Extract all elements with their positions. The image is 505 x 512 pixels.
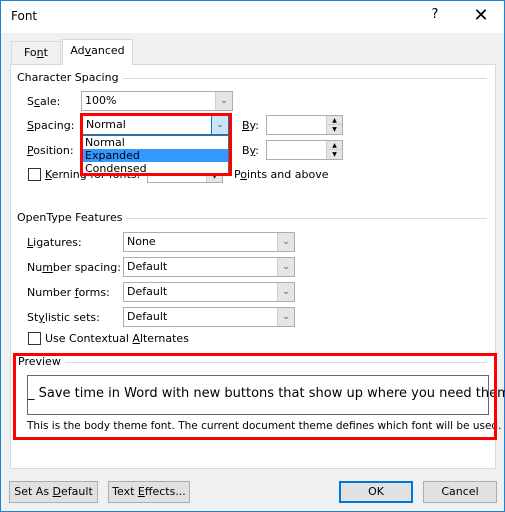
spacing-label: Spacing: [27, 119, 74, 132]
preview-heading: Preview [18, 355, 65, 368]
number-spacing-value: Default [127, 260, 168, 273]
button-text: Text [112, 485, 138, 498]
opentype-features-heading: OpenType Features [17, 211, 127, 224]
preview-note: This is the body theme font. The current… [27, 420, 502, 432]
scale-combobox[interactable]: 100% ⌄ [81, 91, 233, 111]
label-accel: K [45, 168, 52, 181]
set-as-default-button[interactable]: Set As Default [9, 481, 98, 503]
spin-up-icon[interactable]: ▲ [327, 116, 342, 125]
font-dialog: Font ? ✕ Font Advanced Character Spacing… [0, 0, 505, 512]
dropdown-option-condensed[interactable]: Condensed [83, 162, 228, 175]
stylistic-sets-combobox[interactable]: Default ⌄ [123, 307, 295, 327]
cancel-button[interactable]: Cancel [423, 481, 497, 503]
button-text: efault [61, 485, 93, 498]
ligatures-value: None [127, 235, 156, 248]
label-text: Use Contextual [45, 332, 133, 345]
number-forms-value: Default [127, 285, 168, 298]
label-text: St [27, 311, 39, 324]
close-button[interactable]: ✕ [469, 5, 493, 29]
chevron-down-icon[interactable]: ⌄ [277, 258, 294, 276]
tab-label: anced [91, 44, 125, 57]
stylistic-sets-label: Stylistic sets: [27, 311, 100, 324]
chevron-down-icon[interactable]: ⌄ [211, 116, 228, 134]
title-bar: Font ? ✕ [1, 1, 504, 33]
chevron-down-icon[interactable]: ⌄ [277, 233, 294, 251]
number-spacing-combobox[interactable]: Default ⌄ [123, 257, 295, 277]
position-label: Position: [27, 144, 74, 157]
label-text: Number [27, 286, 75, 299]
button-accel: E [137, 485, 145, 498]
label-text: osition: [33, 144, 74, 157]
label-text: : [255, 144, 259, 157]
label-text: S [27, 95, 34, 108]
group-divider [17, 362, 487, 363]
chevron-down-icon[interactable]: ⌄ [277, 308, 294, 326]
spinner-buttons: ▲ ▼ [326, 116, 342, 134]
spacing-by-spinner[interactable]: ▲ ▼ [266, 115, 343, 135]
label-text: lternates [139, 332, 189, 345]
label-accel: o [240, 168, 247, 181]
spin-down-icon[interactable]: ▼ [327, 125, 342, 134]
spacing-by-label: By: [242, 119, 259, 132]
spin-down-icon[interactable]: ▼ [327, 150, 342, 159]
chevron-down-icon[interactable]: ⌄ [215, 92, 232, 110]
label-accel: A [132, 332, 140, 345]
contextual-alternates-label: Use Contextual Alternates [45, 332, 189, 345]
spacing-dropdown-list: Normal Expanded Condensed [82, 135, 229, 175]
points-and-above-label: Points and above [234, 168, 328, 181]
label-text: ber spacing: [52, 261, 121, 274]
label-text: ale: [40, 95, 61, 108]
label-accel: B [242, 119, 250, 132]
tab-label: Ad [70, 44, 85, 57]
preview-sample-text: _ Save time in Word with new buttons tha… [28, 386, 505, 401]
character-spacing-heading: Character Spacing [17, 71, 123, 84]
label-text: pacing: [33, 119, 75, 132]
contextual-alternates-checkbox[interactable] [28, 332, 41, 345]
tab-label: t [43, 46, 48, 59]
label-text: igatures: [33, 236, 82, 249]
ligatures-label: Ligatures: [27, 236, 82, 249]
label-text: B [242, 144, 250, 157]
ligatures-combobox[interactable]: None ⌄ [123, 232, 295, 252]
tab-font[interactable]: Font [11, 41, 61, 65]
label-text: listic sets: [44, 311, 100, 324]
tab-advanced[interactable]: Advanced [62, 39, 133, 65]
help-button[interactable]: ? [425, 7, 445, 27]
tab-label: Fo [24, 46, 37, 59]
number-spacing-label: Number spacing: [27, 261, 121, 274]
button-text: ffects... [144, 485, 186, 498]
position-by-spinner[interactable]: ▲ ▼ [266, 140, 343, 160]
number-forms-label: Number forms: [27, 286, 110, 299]
label-text: ints and above [246, 168, 329, 181]
preview-box: _ Save time in Word with new buttons tha… [27, 375, 505, 415]
spacing-value: Normal [86, 118, 126, 131]
spin-up-icon[interactable]: ▲ [327, 141, 342, 150]
dropdown-option-normal[interactable]: Normal [83, 136, 228, 149]
position-by-label: By: [242, 144, 259, 157]
scale-value: 100% [85, 94, 117, 107]
dropdown-option-expanded[interactable]: Expanded [83, 149, 228, 162]
text-effects-button[interactable]: Text Effects... [108, 481, 190, 503]
label-accel: S [27, 119, 34, 132]
label-text: orms: [78, 286, 110, 299]
spacing-combobox[interactable]: Normal ⌄ [82, 115, 229, 135]
kerning-checkbox[interactable] [28, 168, 41, 181]
dialog-title: Font [11, 9, 38, 23]
number-forms-combobox[interactable]: Default ⌄ [123, 282, 295, 302]
chevron-down-icon[interactable]: ⌄ [277, 283, 294, 301]
scale-label: Scale: [27, 95, 60, 108]
stylistic-sets-value: Default [127, 310, 168, 323]
button-text: Set As [14, 485, 53, 498]
label-accel: m [42, 261, 53, 274]
button-accel: D [52, 485, 62, 498]
label-text: y: [249, 119, 259, 132]
tab-label-accel: n [36, 46, 44, 59]
spinner-buttons: ▲ ▼ [326, 141, 342, 159]
ok-button[interactable]: OK [339, 481, 413, 503]
label-text: Nu [27, 261, 43, 274]
